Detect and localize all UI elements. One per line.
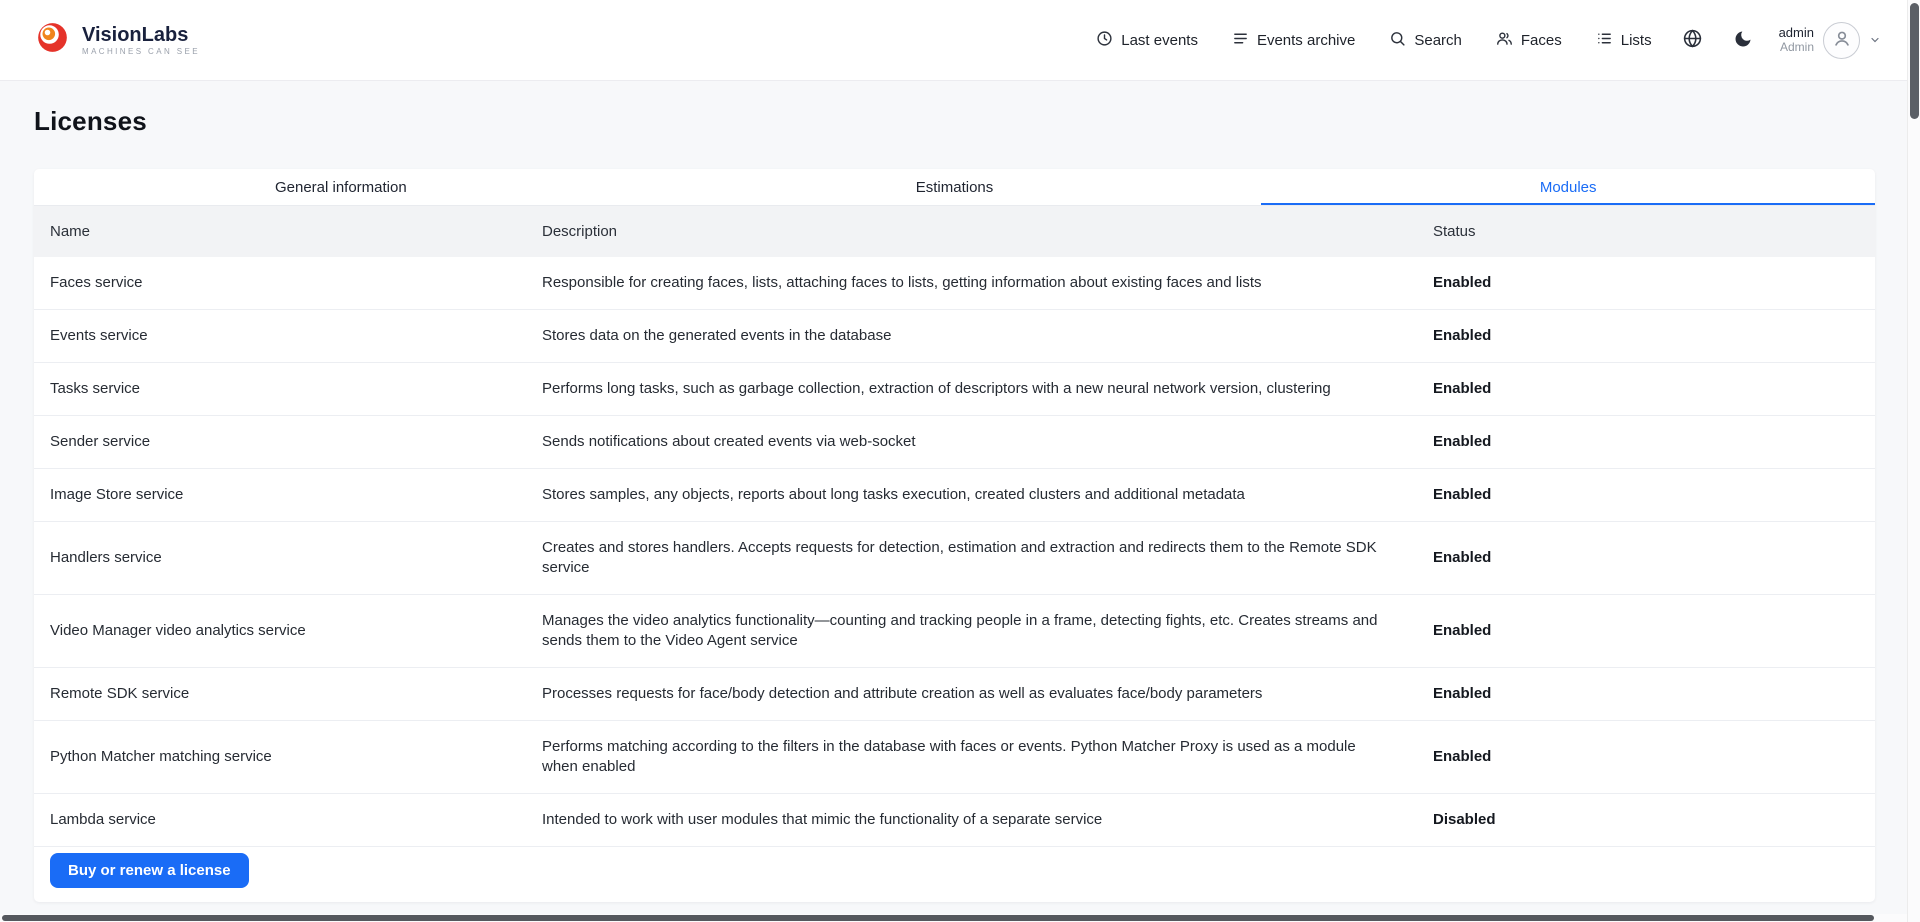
brand-text: VisionLabs MACHINES CAN SEE	[82, 24, 200, 56]
visionlabs-logo-icon	[34, 19, 71, 61]
moon-icon	[1733, 29, 1753, 52]
module-description: Responsible for creating faces, lists, a…	[526, 257, 1417, 309]
module-description: Manages the video analytics functionalit…	[526, 595, 1417, 667]
module-description: Performs long tasks, such as garbage col…	[526, 363, 1417, 415]
avatar[interactable]	[1823, 22, 1860, 59]
module-status: Enabled	[1417, 731, 1875, 783]
nav-last-events[interactable]: Last events	[1096, 30, 1198, 51]
nav-events-archive[interactable]: Events archive	[1232, 30, 1355, 51]
module-name: Handlers service	[34, 532, 526, 584]
table-row: Lambda service Intended to work with use…	[34, 794, 1875, 847]
vertical-scrollbar[interactable]	[1907, 0, 1920, 922]
user-menu[interactable]: admin Admin	[1779, 22, 1881, 59]
table-row: Python Matcher matching service Performs…	[34, 721, 1875, 794]
module-status: Enabled	[1417, 416, 1875, 468]
horizontal-scrollbar-thumb[interactable]	[2, 915, 1874, 921]
header-right: Last events Events archive Search	[1096, 22, 1881, 59]
table-row: Sender service Sends notifications about…	[34, 416, 1875, 469]
column-header-status: Status	[1417, 223, 1875, 240]
table-row: Handlers service Creates and stores hand…	[34, 522, 1875, 595]
tab-modules[interactable]: Modules	[1261, 169, 1875, 205]
user-role: Admin	[1779, 40, 1814, 54]
person-icon	[1831, 27, 1853, 54]
module-status: Enabled	[1417, 668, 1875, 720]
module-status: Enabled	[1417, 532, 1875, 584]
app-window: VisionLabs MACHINES CAN SEE Last events …	[0, 0, 1920, 922]
table-row: Tasks service Performs long tasks, such …	[34, 363, 1875, 416]
module-name: Tasks service	[34, 363, 526, 415]
buy-license-button[interactable]: Buy or renew a license	[50, 853, 249, 888]
brand-tagline: MACHINES CAN SEE	[82, 47, 200, 56]
module-name: Image Store service	[34, 469, 526, 521]
table-row: Events service Stores data on the genera…	[34, 310, 1875, 363]
nav-label: Last events	[1121, 32, 1198, 49]
tab-estimations[interactable]: Estimations	[648, 169, 1262, 205]
nav-label: Lists	[1621, 32, 1652, 49]
module-description: Intended to work with user modules that …	[526, 794, 1417, 846]
module-status: Enabled	[1417, 257, 1875, 309]
brand[interactable]: VisionLabs MACHINES CAN SEE	[34, 19, 200, 61]
module-status: Enabled	[1417, 310, 1875, 362]
brand-name: VisionLabs	[82, 24, 200, 46]
tab-bar: General information Estimations Modules	[34, 169, 1875, 206]
user-names: admin Admin	[1779, 26, 1814, 54]
main-nav: Last events Events archive Search	[1096, 30, 1651, 51]
module-description: Sends notifications about created events…	[526, 416, 1417, 468]
module-status: Enabled	[1417, 605, 1875, 657]
licenses-card: General information Estimations Modules …	[34, 169, 1875, 902]
tab-general-information[interactable]: General information	[34, 169, 648, 205]
nav-label: Faces	[1521, 32, 1562, 49]
faces-icon	[1496, 30, 1513, 51]
card-footer: Buy or renew a license	[34, 847, 1875, 902]
dark-mode-toggle[interactable]	[1733, 29, 1753, 52]
module-description: Creates and stores handlers. Accepts req…	[526, 522, 1417, 594]
module-status: Enabled	[1417, 469, 1875, 521]
column-header-description: Description	[526, 223, 1417, 240]
nav-lists[interactable]: Lists	[1596, 30, 1652, 51]
nav-search[interactable]: Search	[1389, 30, 1462, 51]
module-name: Faces service	[34, 257, 526, 309]
globe-icon	[1682, 28, 1703, 52]
module-description: Processes requests for face/body detecti…	[526, 668, 1417, 720]
horizontal-scrollbar[interactable]	[0, 914, 1907, 922]
page-title: Licenses	[34, 106, 1907, 137]
table-body: Faces service Responsible for creating f…	[34, 257, 1875, 847]
vertical-scrollbar-thumb[interactable]	[1910, 3, 1919, 119]
search-icon	[1389, 30, 1406, 51]
nav-label: Search	[1414, 32, 1462, 49]
main-content: Licenses General information Estimations…	[0, 80, 1907, 902]
module-name: Remote SDK service	[34, 668, 526, 720]
module-name: Python Matcher matching service	[34, 731, 526, 783]
module-description: Stores data on the generated events in t…	[526, 310, 1417, 362]
module-status: Disabled	[1417, 794, 1875, 846]
nav-faces[interactable]: Faces	[1496, 30, 1562, 51]
module-description: Performs matching according to the filte…	[526, 721, 1417, 793]
clock-icon	[1096, 30, 1113, 51]
user-name: admin	[1779, 26, 1814, 40]
language-globe-button[interactable]	[1682, 28, 1703, 52]
table-row: Video Manager video analytics service Ma…	[34, 595, 1875, 668]
nav-label: Events archive	[1257, 32, 1355, 49]
module-name: Lambda service	[34, 794, 526, 846]
module-description: Stores samples, any objects, reports abo…	[526, 469, 1417, 521]
archive-list-icon	[1232, 30, 1249, 51]
module-name: Events service	[34, 310, 526, 362]
module-name: Video Manager video analytics service	[34, 605, 526, 657]
module-name: Sender service	[34, 416, 526, 468]
top-nav: VisionLabs MACHINES CAN SEE Last events …	[0, 0, 1907, 80]
module-status: Enabled	[1417, 363, 1875, 415]
column-header-name: Name	[34, 223, 526, 240]
chevron-down-icon	[1869, 34, 1881, 46]
table-row: Remote SDK service Processes requests fo…	[34, 668, 1875, 721]
lists-icon	[1596, 30, 1613, 51]
table-header: Name Description Status	[34, 206, 1875, 257]
table-row: Image Store service Stores samples, any …	[34, 469, 1875, 522]
table-row: Faces service Responsible for creating f…	[34, 257, 1875, 310]
